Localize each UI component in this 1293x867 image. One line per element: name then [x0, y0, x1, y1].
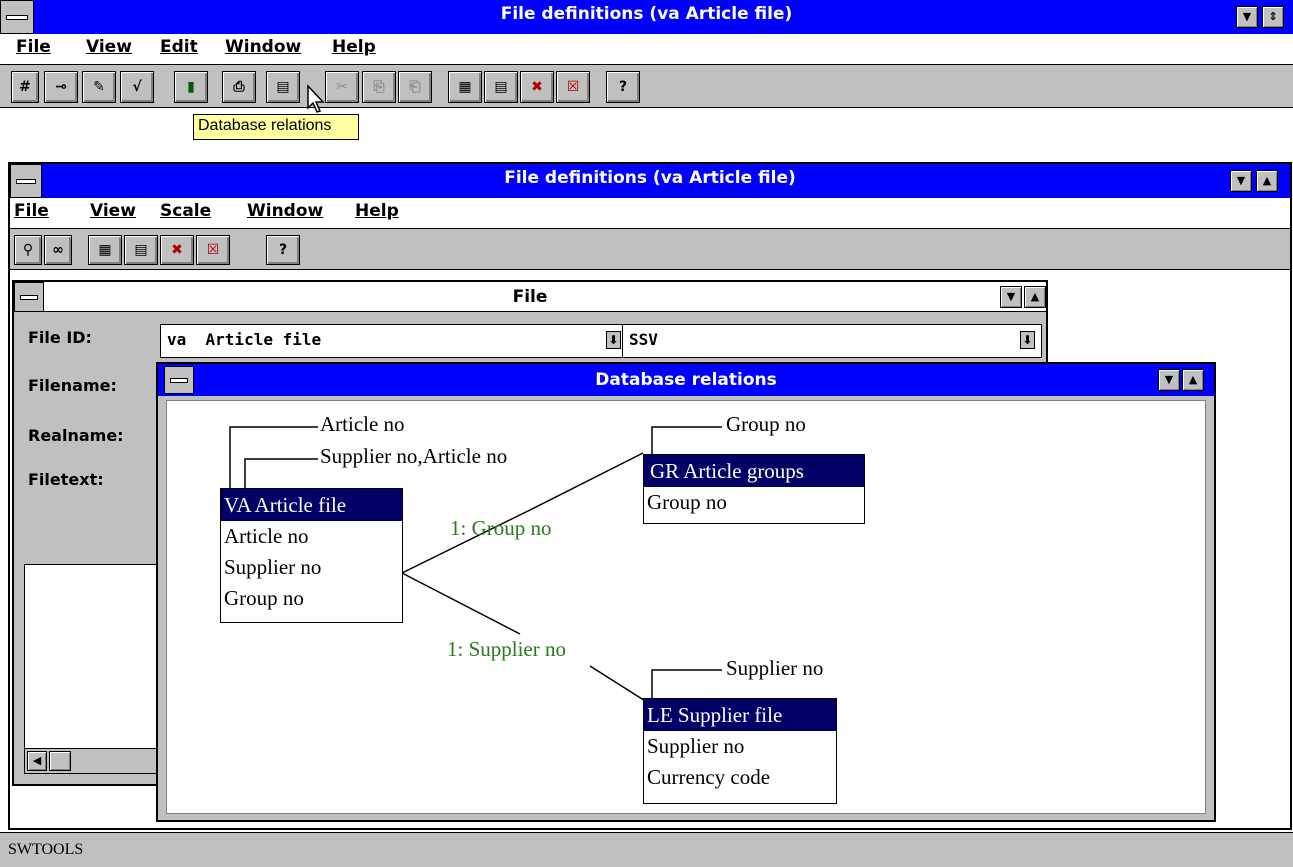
rel-line-supplier-1 — [401, 572, 521, 635]
gr-header: GR Article groups — [644, 455, 864, 487]
status-text: SWTOOLS — [8, 841, 84, 858]
le-field-currency-code: Currency code — [647, 765, 771, 789]
table-va-article-file[interactable]: VA Article file Article no Supplier no G… — [220, 488, 403, 623]
gr-key-group-no: Group no — [726, 412, 806, 436]
va-header: VA Article file — [221, 489, 402, 521]
relation-label-group: 1: Group no — [450, 516, 552, 540]
va-key-line-1 — [229, 426, 318, 488]
table-le-supplier-file[interactable]: LE Supplier file Supplier no Currency co… — [643, 698, 837, 804]
va-key-article-no: Article no — [320, 412, 405, 436]
va-field-group-no: Group no — [224, 586, 304, 610]
va-field-supplier-no: Supplier no — [224, 555, 322, 579]
le-key-line — [651, 669, 722, 698]
relation-label-supplier: 1: Supplier no — [447, 637, 566, 661]
va-field-article-no: Article no — [224, 524, 309, 548]
va-key-line-2 — [244, 458, 318, 488]
rel-line-group-2 — [529, 452, 644, 511]
le-field-supplier-no: Supplier no — [647, 734, 745, 758]
gr-key-line — [651, 426, 722, 454]
le-key-supplier-no: Supplier no — [726, 656, 824, 680]
status-bar: SWTOOLS — [0, 832, 1293, 867]
le-header: LE Supplier file — [644, 699, 836, 731]
rel-line-supplier-2 — [589, 665, 651, 705]
va-key-supplier-article: Supplier no,Article no — [320, 444, 508, 468]
gr-field-group-no: Group no — [647, 490, 727, 514]
table-gr-article-groups[interactable]: GR Article groups Group no — [643, 454, 865, 524]
